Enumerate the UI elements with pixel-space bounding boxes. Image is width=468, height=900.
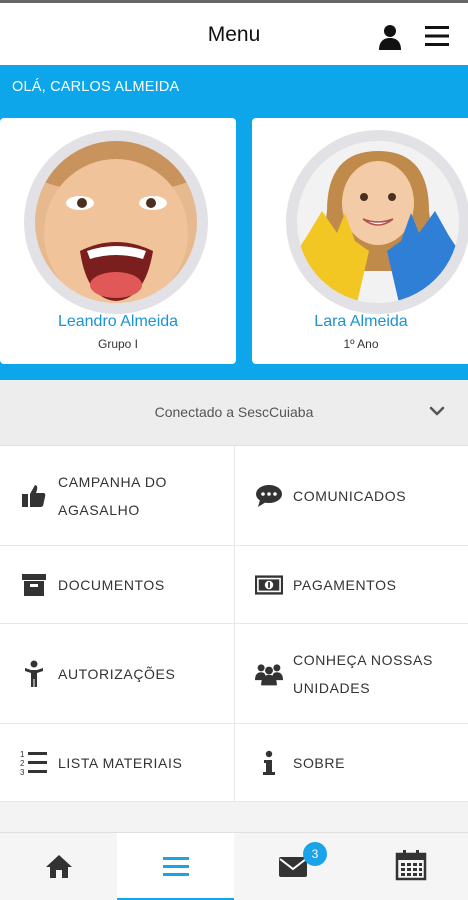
menu-item-sobre[interactable]: SOBRE (234, 724, 468, 802)
top-bar: Menu (0, 0, 468, 65)
menu-grid: CAMPANHA DO AGASALHO COMUNICADOS DOCUMEN… (0, 446, 468, 802)
menu-label: CAMPANHA DO (58, 474, 168, 490)
hamburger-icon[interactable] (424, 24, 450, 48)
money-bill-icon (255, 571, 283, 599)
svg-text:3: 3 (20, 768, 25, 777)
girl-photo (297, 141, 459, 303)
avatar (24, 130, 208, 314)
child-card-leandro[interactable]: Leandro Almeida Grupo I (0, 118, 236, 364)
menu-label: AUTORIZAÇÕES (58, 666, 176, 682)
tab-menu[interactable] (117, 833, 234, 900)
child-grade: Grupo I (97, 337, 139, 351)
menu-label: LISTA MATERIAIS (58, 755, 183, 771)
user-icon[interactable] (376, 23, 404, 51)
info-icon (255, 749, 283, 777)
menu-label: DOCUMENTOS (58, 577, 165, 593)
tab-messages[interactable]: 3 (234, 833, 351, 900)
menu-item-pagamentos[interactable]: PAGAMENTOS (234, 546, 468, 624)
connection-text: Conectado a SescCuiaba (154, 404, 314, 420)
person-icon (20, 660, 48, 688)
numbered-list-icon: 1 2 3 (20, 749, 48, 777)
menu-label: CONHEÇA NOSSAS (293, 652, 433, 668)
menu-item-documentos[interactable]: DOCUMENTOS (0, 546, 234, 624)
menu-label: UNIDADES (293, 680, 371, 696)
chevron-down-icon[interactable] (428, 402, 446, 420)
boy-photo (35, 141, 197, 303)
menu-item-lista-materiais[interactable]: 1 2 3 LISTA MATERIAIS (0, 724, 234, 802)
child-name: Leandro Almeida (57, 313, 179, 330)
menu-label: SOBRE (293, 755, 346, 771)
group-icon (255, 660, 283, 688)
menu-label: PAGAMENTOS (293, 577, 397, 593)
avatar (286, 130, 468, 314)
greeting-text: OLÁ, CARLOS ALMEIDA (12, 79, 180, 95)
child-card-lara[interactable]: Lara Almeida 1º Ano (252, 118, 468, 364)
svg-text:2: 2 (20, 759, 25, 768)
child-name: Lara Almeida (314, 313, 408, 330)
child-grade: 1º Ano (343, 337, 379, 351)
home-icon (46, 855, 72, 878)
connection-selector[interactable]: Conectado a SescCuiaba (0, 380, 468, 446)
tab-calendar[interactable] (351, 833, 468, 900)
chat-bubble-icon (255, 482, 283, 510)
tab-home[interactable] (0, 833, 117, 900)
svg-text:1: 1 (20, 750, 25, 759)
calendar-icon (395, 850, 427, 881)
menu-item-conheca-unidades[interactable]: CONHEÇA NOSSAS UNIDADES (234, 624, 468, 724)
menu-item-autorizacoes[interactable]: AUTORIZAÇÕES (0, 624, 234, 724)
menu-label: AGASALHO (58, 502, 140, 518)
bottom-nav: 3 (0, 832, 468, 900)
menu-item-comunicados[interactable]: COMUNICADOS (234, 446, 468, 546)
thumbs-up-icon (20, 482, 48, 510)
hamburger-icon (163, 857, 189, 876)
children-section: OLÁ, CARLOS ALMEIDA Leandro Almeida Grup… (0, 65, 468, 380)
unread-badge: 3 (303, 842, 327, 866)
menu-label: COMUNICADOS (293, 488, 407, 504)
archive-box-icon (20, 571, 48, 599)
menu-item-campanha-agasalho[interactable]: CAMPANHA DO AGASALHO (0, 446, 234, 546)
